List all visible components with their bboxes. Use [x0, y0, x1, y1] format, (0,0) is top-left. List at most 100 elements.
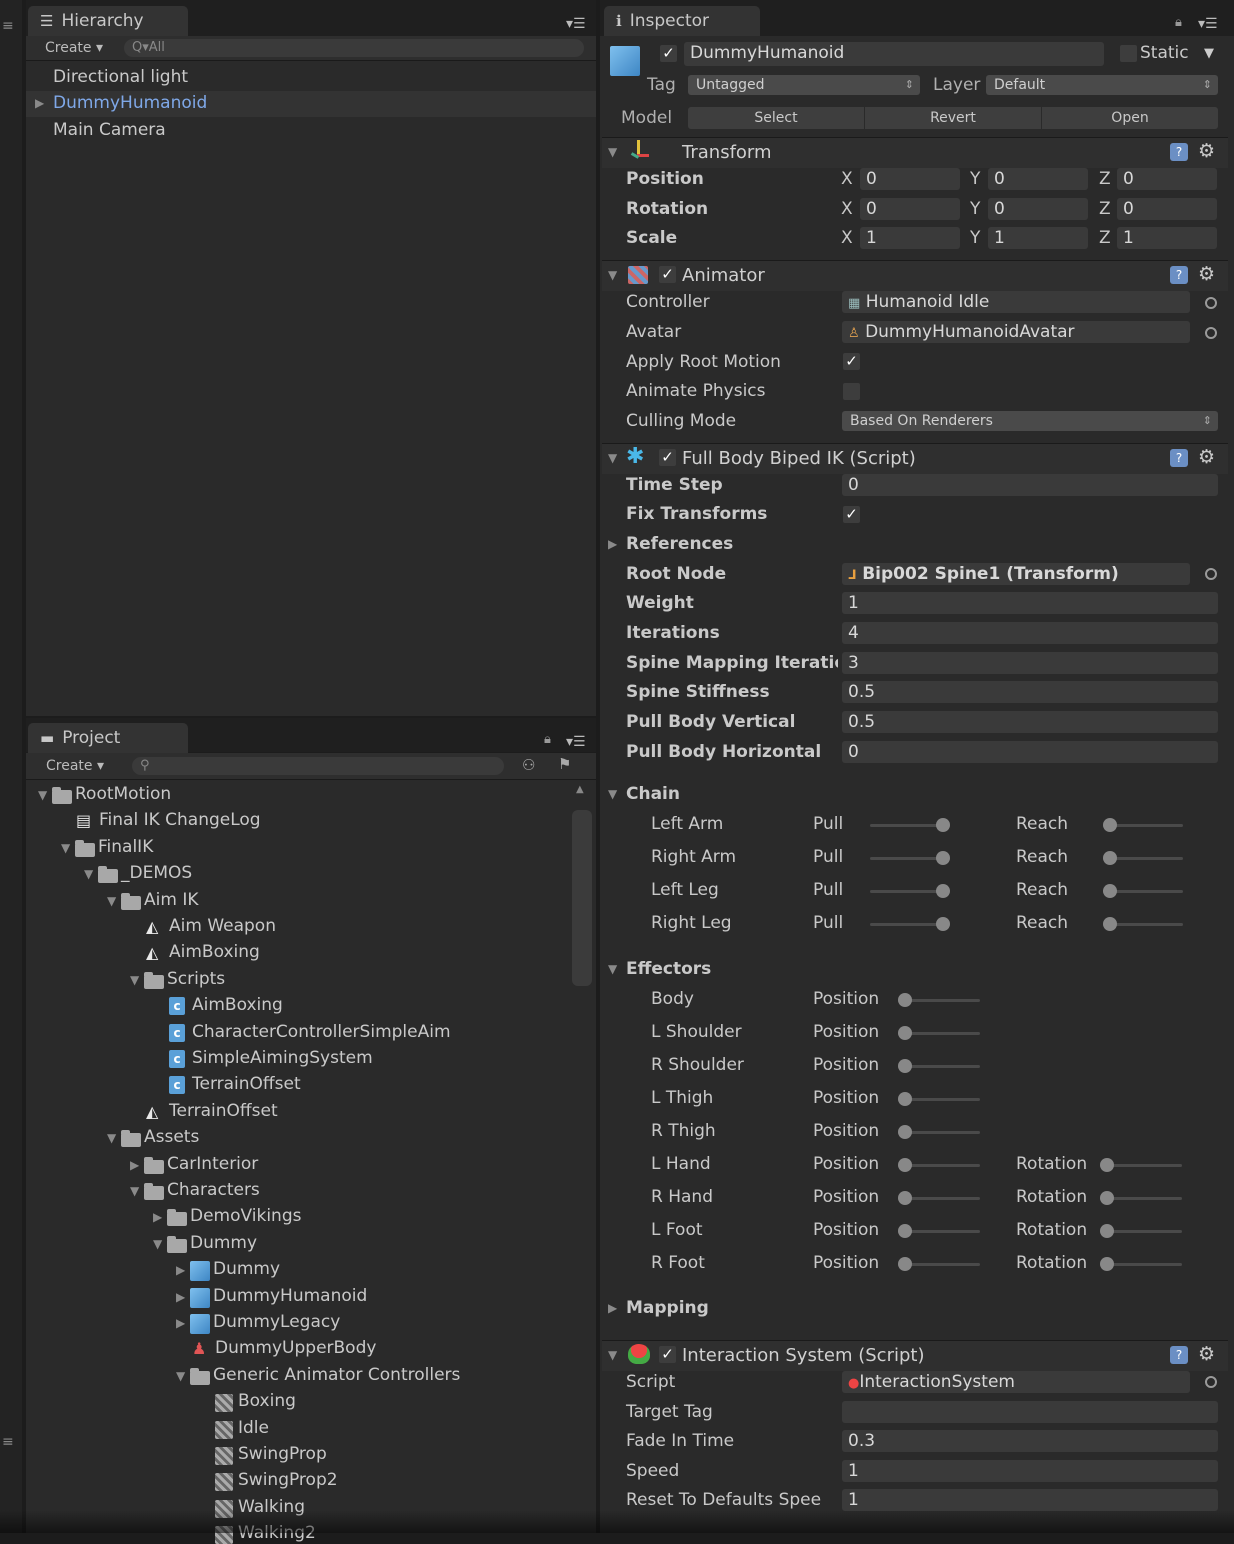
- mapping-foldout-icon[interactable]: ▶: [608, 1301, 617, 1315]
- effectors-label[interactable]: Effectors: [626, 959, 711, 979]
- model-revert-button[interactable]: Revert: [865, 107, 1042, 129]
- project-tree-item[interactable]: TerrainOffset: [192, 1074, 301, 1094]
- project-tree-item[interactable]: DummyHumanoid: [213, 1286, 367, 1306]
- project-tree-item[interactable]: SwingProp: [238, 1444, 327, 1464]
- help-icon[interactable]: ?: [1170, 449, 1188, 467]
- project-tree-item[interactable]: DummyUpperBody: [215, 1338, 376, 1358]
- y-axis-label[interactable]: Y: [970, 169, 980, 189]
- expanded-arrow-icon[interactable]: ▼: [61, 841, 70, 855]
- foldout-arrow-icon[interactable]: ▼: [608, 268, 617, 282]
- position-weight-slider-knob[interactable]: [898, 1059, 912, 1073]
- project-tree-item[interactable]: TerrainOffset: [169, 1101, 278, 1121]
- project-tree-item[interactable]: Final IK ChangeLog: [99, 810, 261, 830]
- pull-slider-knob[interactable]: [936, 851, 950, 865]
- y-axis-label[interactable]: Y: [970, 228, 980, 248]
- project-tree-item[interactable]: Generic Animator Controllers: [213, 1365, 460, 1385]
- fix-transforms-checkbox[interactable]: ✓: [843, 506, 860, 523]
- time-step-field[interactable]: 0: [842, 474, 1218, 496]
- iterations-field[interactable]: 4: [842, 622, 1218, 644]
- fade-in-time-field[interactable]: 0.3: [842, 1430, 1218, 1452]
- transform-rotation-x-field[interactable]: 0: [860, 198, 960, 220]
- foldout-arrow-icon[interactable]: ▼: [608, 1348, 617, 1362]
- active-checkbox[interactable]: ✓: [660, 45, 677, 62]
- hierarchy-item[interactable]: Directional light: [53, 67, 188, 87]
- pull-body-vertical-field[interactable]: 0.5: [842, 711, 1218, 733]
- collapsed-arrow-icon[interactable]: ▶: [130, 1158, 139, 1172]
- position-weight-slider-knob[interactable]: [898, 1191, 912, 1205]
- gear-icon[interactable]: ⚙: [1198, 1345, 1215, 1364]
- panel-menu-icon[interactable]: ▾☰: [1198, 16, 1218, 32]
- chain-foldout-icon[interactable]: ▼: [608, 787, 617, 801]
- project-tree-item[interactable]: FinalIK: [98, 837, 153, 857]
- project-tree-item[interactable]: SwingProp2: [238, 1470, 338, 1490]
- x-axis-label[interactable]: X: [841, 199, 853, 219]
- reach-slider-knob[interactable]: [1103, 917, 1117, 931]
- menu-icon[interactable]: ≡: [2, 1434, 14, 1450]
- project-tree-item[interactable]: Idle: [238, 1418, 269, 1438]
- rotation-weight-slider-knob[interactable]: [1100, 1257, 1114, 1271]
- project-tree-item[interactable]: CarInterior: [167, 1154, 258, 1174]
- hierarchy-search-input[interactable]: Q▾All: [124, 39, 584, 57]
- root-node-field[interactable]: ⅃ Bip002 Spine1 (Transform): [842, 563, 1190, 585]
- rotation-weight-slider-knob[interactable]: [1100, 1224, 1114, 1238]
- foldout-arrow-icon[interactable]: ▼: [608, 451, 617, 465]
- project-tree-item[interactable]: _DEMOS: [121, 863, 192, 883]
- object-name-field[interactable]: DummyHumanoid: [684, 42, 1104, 66]
- transform-scale-y-field[interactable]: 1: [988, 227, 1088, 249]
- layer-dropdown[interactable]: Default: [986, 75, 1218, 95]
- project-tree-item[interactable]: Aim IK: [144, 890, 198, 910]
- x-axis-label[interactable]: X: [841, 228, 853, 248]
- project-tree-item[interactable]: AimBoxing: [192, 995, 283, 1015]
- model-select-button[interactable]: Select: [688, 107, 865, 129]
- expanded-arrow-icon[interactable]: ▼: [38, 788, 47, 802]
- expand-arrow-icon[interactable]: ▶: [35, 96, 44, 110]
- filter-by-type-icon[interactable]: ⚇: [522, 756, 535, 774]
- expanded-arrow-icon[interactable]: ▼: [107, 894, 116, 908]
- reach-slider-knob[interactable]: [1103, 884, 1117, 898]
- project-tree-item[interactable]: Characters: [167, 1180, 260, 1200]
- target-tag-field[interactable]: [842, 1401, 1218, 1423]
- position-weight-slider-knob[interactable]: [898, 1026, 912, 1040]
- transform-rotation-y-field[interactable]: 0: [988, 198, 1088, 220]
- gear-icon[interactable]: ⚙: [1198, 142, 1215, 161]
- transform-scale-x-field[interactable]: 1: [860, 227, 960, 249]
- spine-mapping-field[interactable]: 3: [842, 652, 1218, 674]
- menu-icon[interactable]: ≡: [2, 18, 14, 34]
- project-tree-item[interactable]: DemoVikings: [190, 1206, 301, 1226]
- model-open-button[interactable]: Open: [1042, 107, 1218, 129]
- position-weight-slider-knob[interactable]: [898, 1158, 912, 1172]
- effectors-foldout-icon[interactable]: ▼: [608, 962, 617, 976]
- hierarchy-item[interactable]: Main Camera: [53, 120, 166, 140]
- reach-slider-knob[interactable]: [1103, 851, 1117, 865]
- filter-by-label-icon[interactable]: ⚑: [558, 755, 571, 773]
- reach-slider-knob[interactable]: [1103, 818, 1117, 832]
- position-weight-slider-knob[interactable]: [898, 993, 912, 1007]
- transform-position-y-field[interactable]: 0: [988, 168, 1088, 190]
- rotation-weight-slider-knob[interactable]: [1100, 1191, 1114, 1205]
- expanded-arrow-icon[interactable]: ▼: [153, 1237, 162, 1251]
- project-search-input[interactable]: ⚲: [132, 757, 504, 775]
- pull-slider-knob[interactable]: [936, 917, 950, 931]
- references-label[interactable]: References: [626, 534, 733, 554]
- scroll-up-icon[interactable]: ▲: [576, 784, 584, 795]
- project-tree-item[interactable]: DummyLegacy: [213, 1312, 340, 1332]
- rotation-weight-slider-knob[interactable]: [1100, 1158, 1114, 1172]
- expanded-arrow-icon[interactable]: ▼: [130, 973, 139, 987]
- pull-slider-knob[interactable]: [936, 884, 950, 898]
- z-axis-label[interactable]: Z: [1099, 169, 1111, 189]
- object-picker-icon[interactable]: [1205, 568, 1217, 580]
- object-picker-icon[interactable]: [1205, 297, 1217, 309]
- transform-rotation-z-field[interactable]: 0: [1117, 198, 1217, 220]
- project-tree-item[interactable]: AimBoxing: [169, 942, 260, 962]
- project-tree-item[interactable]: Dummy: [190, 1233, 257, 1253]
- static-checkbox[interactable]: [1120, 45, 1137, 62]
- project-scrollbar[interactable]: [572, 810, 592, 986]
- expanded-arrow-icon[interactable]: ▼: [84, 867, 93, 881]
- transform-position-x-field[interactable]: 0: [860, 168, 960, 190]
- collapsed-arrow-icon[interactable]: ▶: [153, 1210, 162, 1224]
- collapsed-arrow-icon[interactable]: ▶: [176, 1263, 185, 1277]
- collapsed-arrow-icon[interactable]: ▶: [176, 1290, 185, 1304]
- hierarchy-create-button[interactable]: Create ▾: [45, 40, 103, 56]
- chain-label[interactable]: Chain: [626, 784, 680, 804]
- weight-field[interactable]: 1: [842, 592, 1218, 614]
